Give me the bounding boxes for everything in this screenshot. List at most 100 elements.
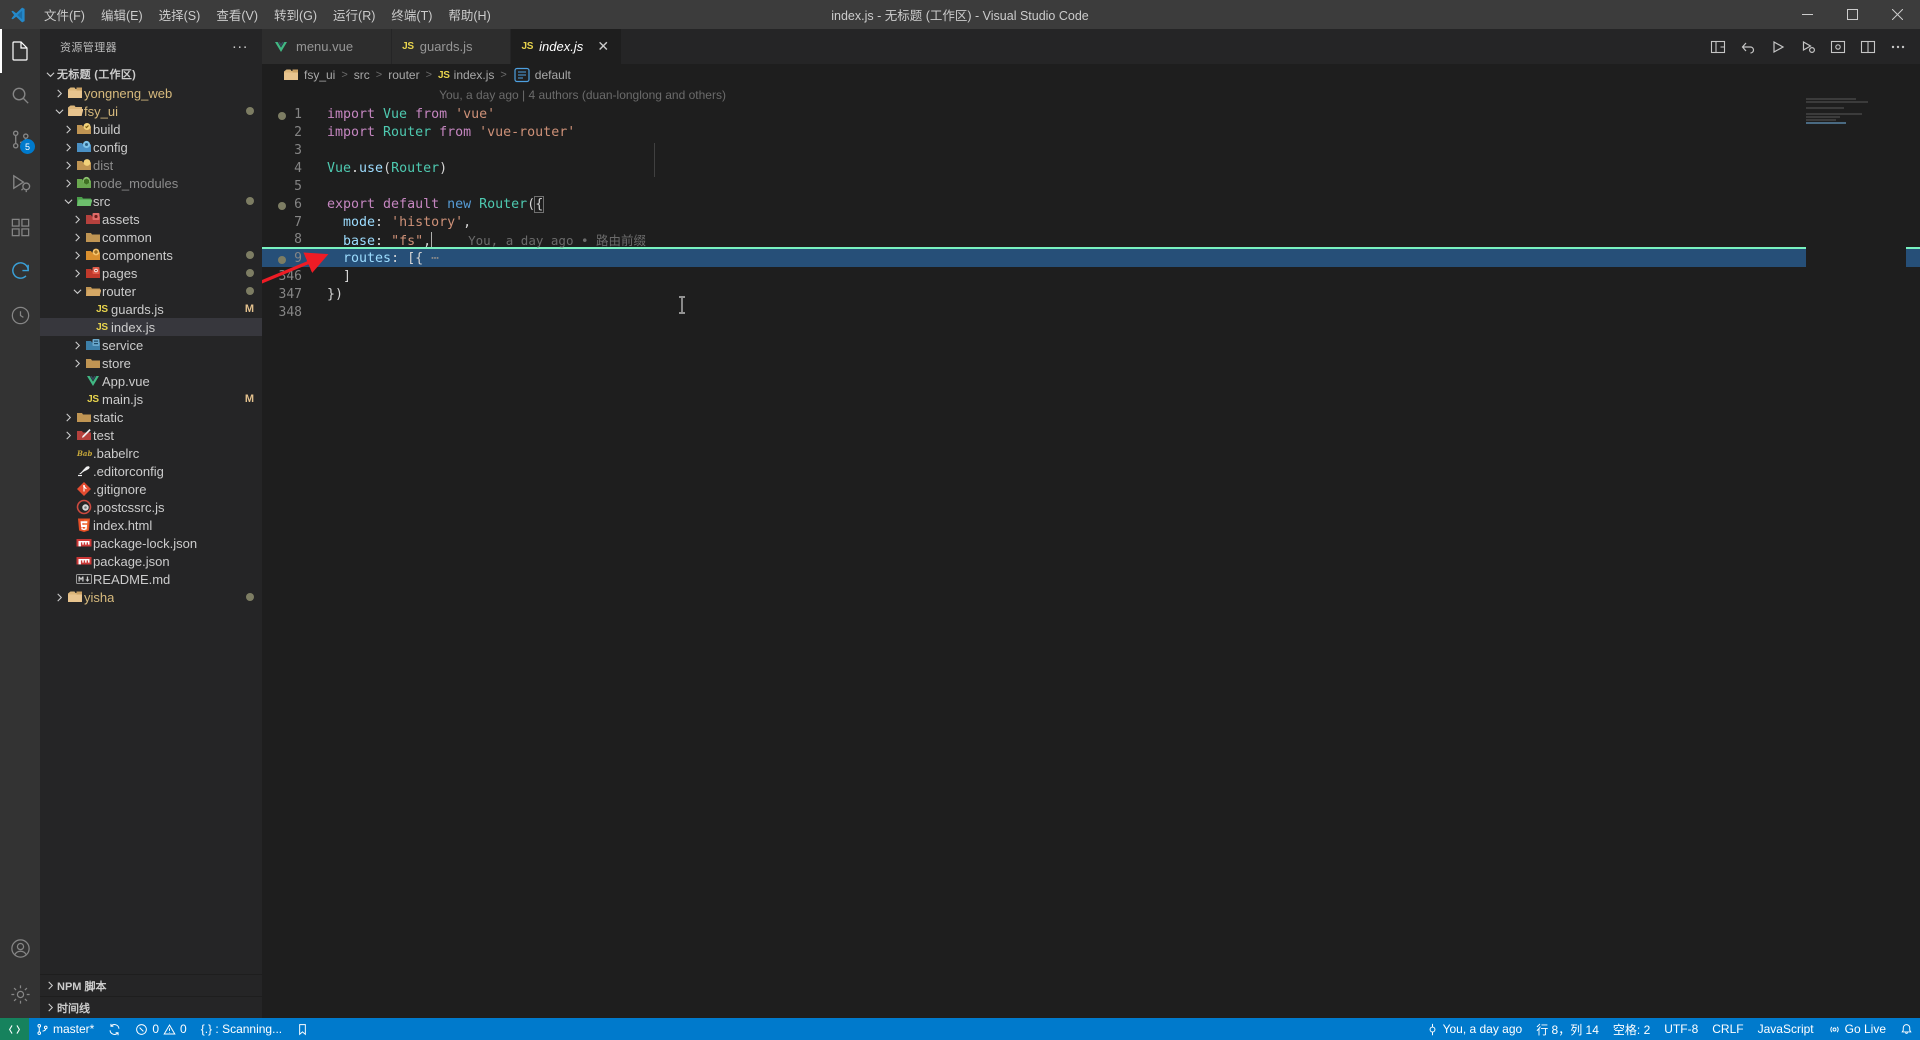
code-text[interactable]: import Vue from 'vue' (324, 107, 1920, 122)
code-line[interactable]: ▸ 9 routes: [{ ⋯ (262, 249, 1920, 267)
tree-item-yisha[interactable]: yisha (40, 588, 262, 606)
remote-indicator[interactable] (0, 1018, 29, 1040)
tab-index-js[interactable]: JS index.js ✕ (511, 29, 623, 64)
breadcrumb-item-fsy-ui[interactable]: fsy_ui (282, 67, 335, 83)
chevron-down-icon[interactable] (53, 107, 66, 116)
tree-item-build[interactable]: build (40, 120, 262, 138)
tree-item-index-js[interactable]: JS index.js (40, 318, 262, 336)
code-text[interactable]: base: "fs", You, a day ago • 路由前缀 (324, 230, 1920, 249)
run-debug-icon[interactable] (1794, 33, 1822, 61)
chevron-down-icon[interactable] (71, 287, 84, 296)
chevron-down-icon[interactable] (44, 70, 57, 79)
minimize-button[interactable] (1785, 0, 1830, 29)
code-line[interactable]: 3 (262, 141, 1920, 159)
breakpoint-icon[interactable] (278, 201, 286, 210)
code-line[interactable]: 1 import Vue from 'vue' (262, 105, 1920, 123)
tree-item-components[interactable]: components (40, 246, 262, 264)
tree-item-test[interactable]: test (40, 426, 262, 444)
tab-menu-vue[interactable]: menu.vue✕ (262, 29, 393, 64)
chevron-right-icon[interactable] (53, 89, 66, 98)
tree-item--[interactable]: 无标题 (工作区) (40, 64, 262, 84)
tree-item-guards-js[interactable]: JS guards.js M (40, 300, 262, 318)
go-back-icon[interactable] (1734, 33, 1762, 61)
maximize-button[interactable] (1830, 0, 1875, 29)
tree-item-assets[interactable]: assets (40, 210, 262, 228)
chevron-right-icon[interactable] (71, 341, 84, 350)
breadcrumb-item-src[interactable]: src (354, 68, 370, 82)
tree-item-src[interactable]: src (40, 192, 262, 210)
chevron-right-icon[interactable] (62, 161, 75, 170)
go-live[interactable]: Go Live (1821, 1018, 1893, 1040)
chevron-right-icon[interactable] (71, 359, 84, 368)
chevron-right-icon[interactable] (71, 215, 84, 224)
menu-terminal[interactable]: 终端(T) (383, 0, 440, 29)
code-text[interactable]: }) (324, 287, 1920, 302)
tree-item-config[interactable]: config (40, 138, 262, 156)
code-editor[interactable]: You, a day ago | 4 authors (duan-longlon… (262, 86, 1920, 1018)
code-text[interactable]: routes: [{ ⋯ (324, 251, 1920, 266)
code-line[interactable]: 346 ] (262, 267, 1920, 285)
encoding[interactable]: UTF-8 (1657, 1018, 1705, 1040)
refresh-sync-icon[interactable] (0, 249, 40, 293)
chevron-right-icon[interactable] (62, 143, 75, 152)
git-branch[interactable]: master* (29, 1018, 101, 1040)
menu-file[interactable]: 文件(F) (36, 0, 93, 29)
tree-item-service[interactable]: service (40, 336, 262, 354)
breadcrumb-item-default[interactable]: default (513, 67, 571, 83)
code-line[interactable]: 347}) (262, 285, 1920, 303)
code-line[interactable]: 348 (262, 303, 1920, 321)
tree-item--gitignore[interactable]: .gitignore (40, 480, 262, 498)
search-icon[interactable] (0, 73, 40, 117)
tree-item-static[interactable]: static (40, 408, 262, 426)
tree-item-fsy-ui[interactable]: fsy_ui (40, 102, 262, 120)
code-text[interactable]: export default new Router({ (324, 195, 1920, 213)
tree-item-package-lock-json[interactable]: package-lock.json (40, 534, 262, 552)
tree-item-package-json[interactable]: package.json (40, 552, 262, 570)
chevron-right-icon[interactable] (71, 233, 84, 242)
breakpoint-icon[interactable] (278, 255, 286, 264)
sidebar-more-actions-icon[interactable]: ··· (232, 39, 254, 54)
menu-help[interactable]: 帮助(H) (440, 0, 498, 29)
chevron-right-icon[interactable] (71, 251, 84, 260)
code-lines[interactable]: 1 import Vue from 'vue' 2 import Router fro… (262, 105, 1920, 321)
code-content[interactable]: You, a day ago | 4 authors (duan-longlon… (262, 86, 1920, 1018)
tree-item-node-modules[interactable]: node_modules (40, 174, 262, 192)
circle-clock-icon[interactable] (0, 293, 40, 337)
cursor-position[interactable]: 行 8，列 14 (1529, 1018, 1606, 1040)
breadcrumb-item-index-js[interactable]: JS index.js (438, 68, 494, 82)
tree-item-store[interactable]: store (40, 354, 262, 372)
scanning-status[interactable]: {.} : Scanning... (194, 1018, 289, 1040)
tab-guards-js[interactable]: JSguards.js✕ (392, 29, 512, 64)
code-line[interactable]: 7 mode: 'history', (262, 213, 1920, 231)
source-control-icon[interactable]: 5 (0, 117, 40, 161)
tree-item--postcssrc-js[interactable]: .postcssrc.js (40, 498, 262, 516)
notifications[interactable] (1893, 1018, 1920, 1040)
tree-item-readme-md[interactable]: README.md (40, 570, 262, 588)
chevron-right-icon[interactable] (62, 431, 75, 440)
tree-item-app-vue[interactable]: App.vue (40, 372, 262, 390)
chevron-right-icon[interactable] (71, 269, 84, 278)
language-mode[interactable]: JavaScript (1751, 1018, 1821, 1040)
tree-item-common[interactable]: common (40, 228, 262, 246)
code-text[interactable]: import Router from 'vue-router' (324, 125, 1920, 140)
eol[interactable]: CRLF (1705, 1018, 1750, 1040)
code-line[interactable]: 8 base: "fs", You, a day ago • 路由前缀 (262, 231, 1920, 249)
tree-item-dist[interactable]: dist (40, 156, 262, 174)
account-icon[interactable] (0, 926, 40, 970)
code-line[interactable]: 6 export default new Router({ (262, 195, 1920, 213)
tree-item-router[interactable]: router (40, 282, 262, 300)
chevron-right-icon[interactable] (62, 179, 75, 188)
code-line[interactable]: 4 Vue.use(Router) (262, 159, 1920, 177)
menu-run[interactable]: 运行(R) (325, 0, 383, 29)
toggle-panel-icon[interactable] (1824, 33, 1852, 61)
chevron-down-icon[interactable] (62, 197, 75, 206)
chevron-right-icon[interactable] (62, 125, 75, 134)
git-sync[interactable] (101, 1018, 128, 1040)
tree-item-index-html[interactable]: index.html (40, 516, 262, 534)
file-tree[interactable]: 无标题 (工作区) yongneng_web fsy_ui build config di… (40, 64, 262, 974)
tree-item--babelrc[interactable]: Babel.babelrc (40, 444, 262, 462)
split-editor-right-icon[interactable] (1854, 33, 1882, 61)
tree-item-yongneng-web[interactable]: yongneng_web (40, 84, 262, 102)
settings-gear-icon[interactable] (0, 970, 40, 1018)
code-line[interactable]: 2 import Router from 'vue-router' (262, 123, 1920, 141)
